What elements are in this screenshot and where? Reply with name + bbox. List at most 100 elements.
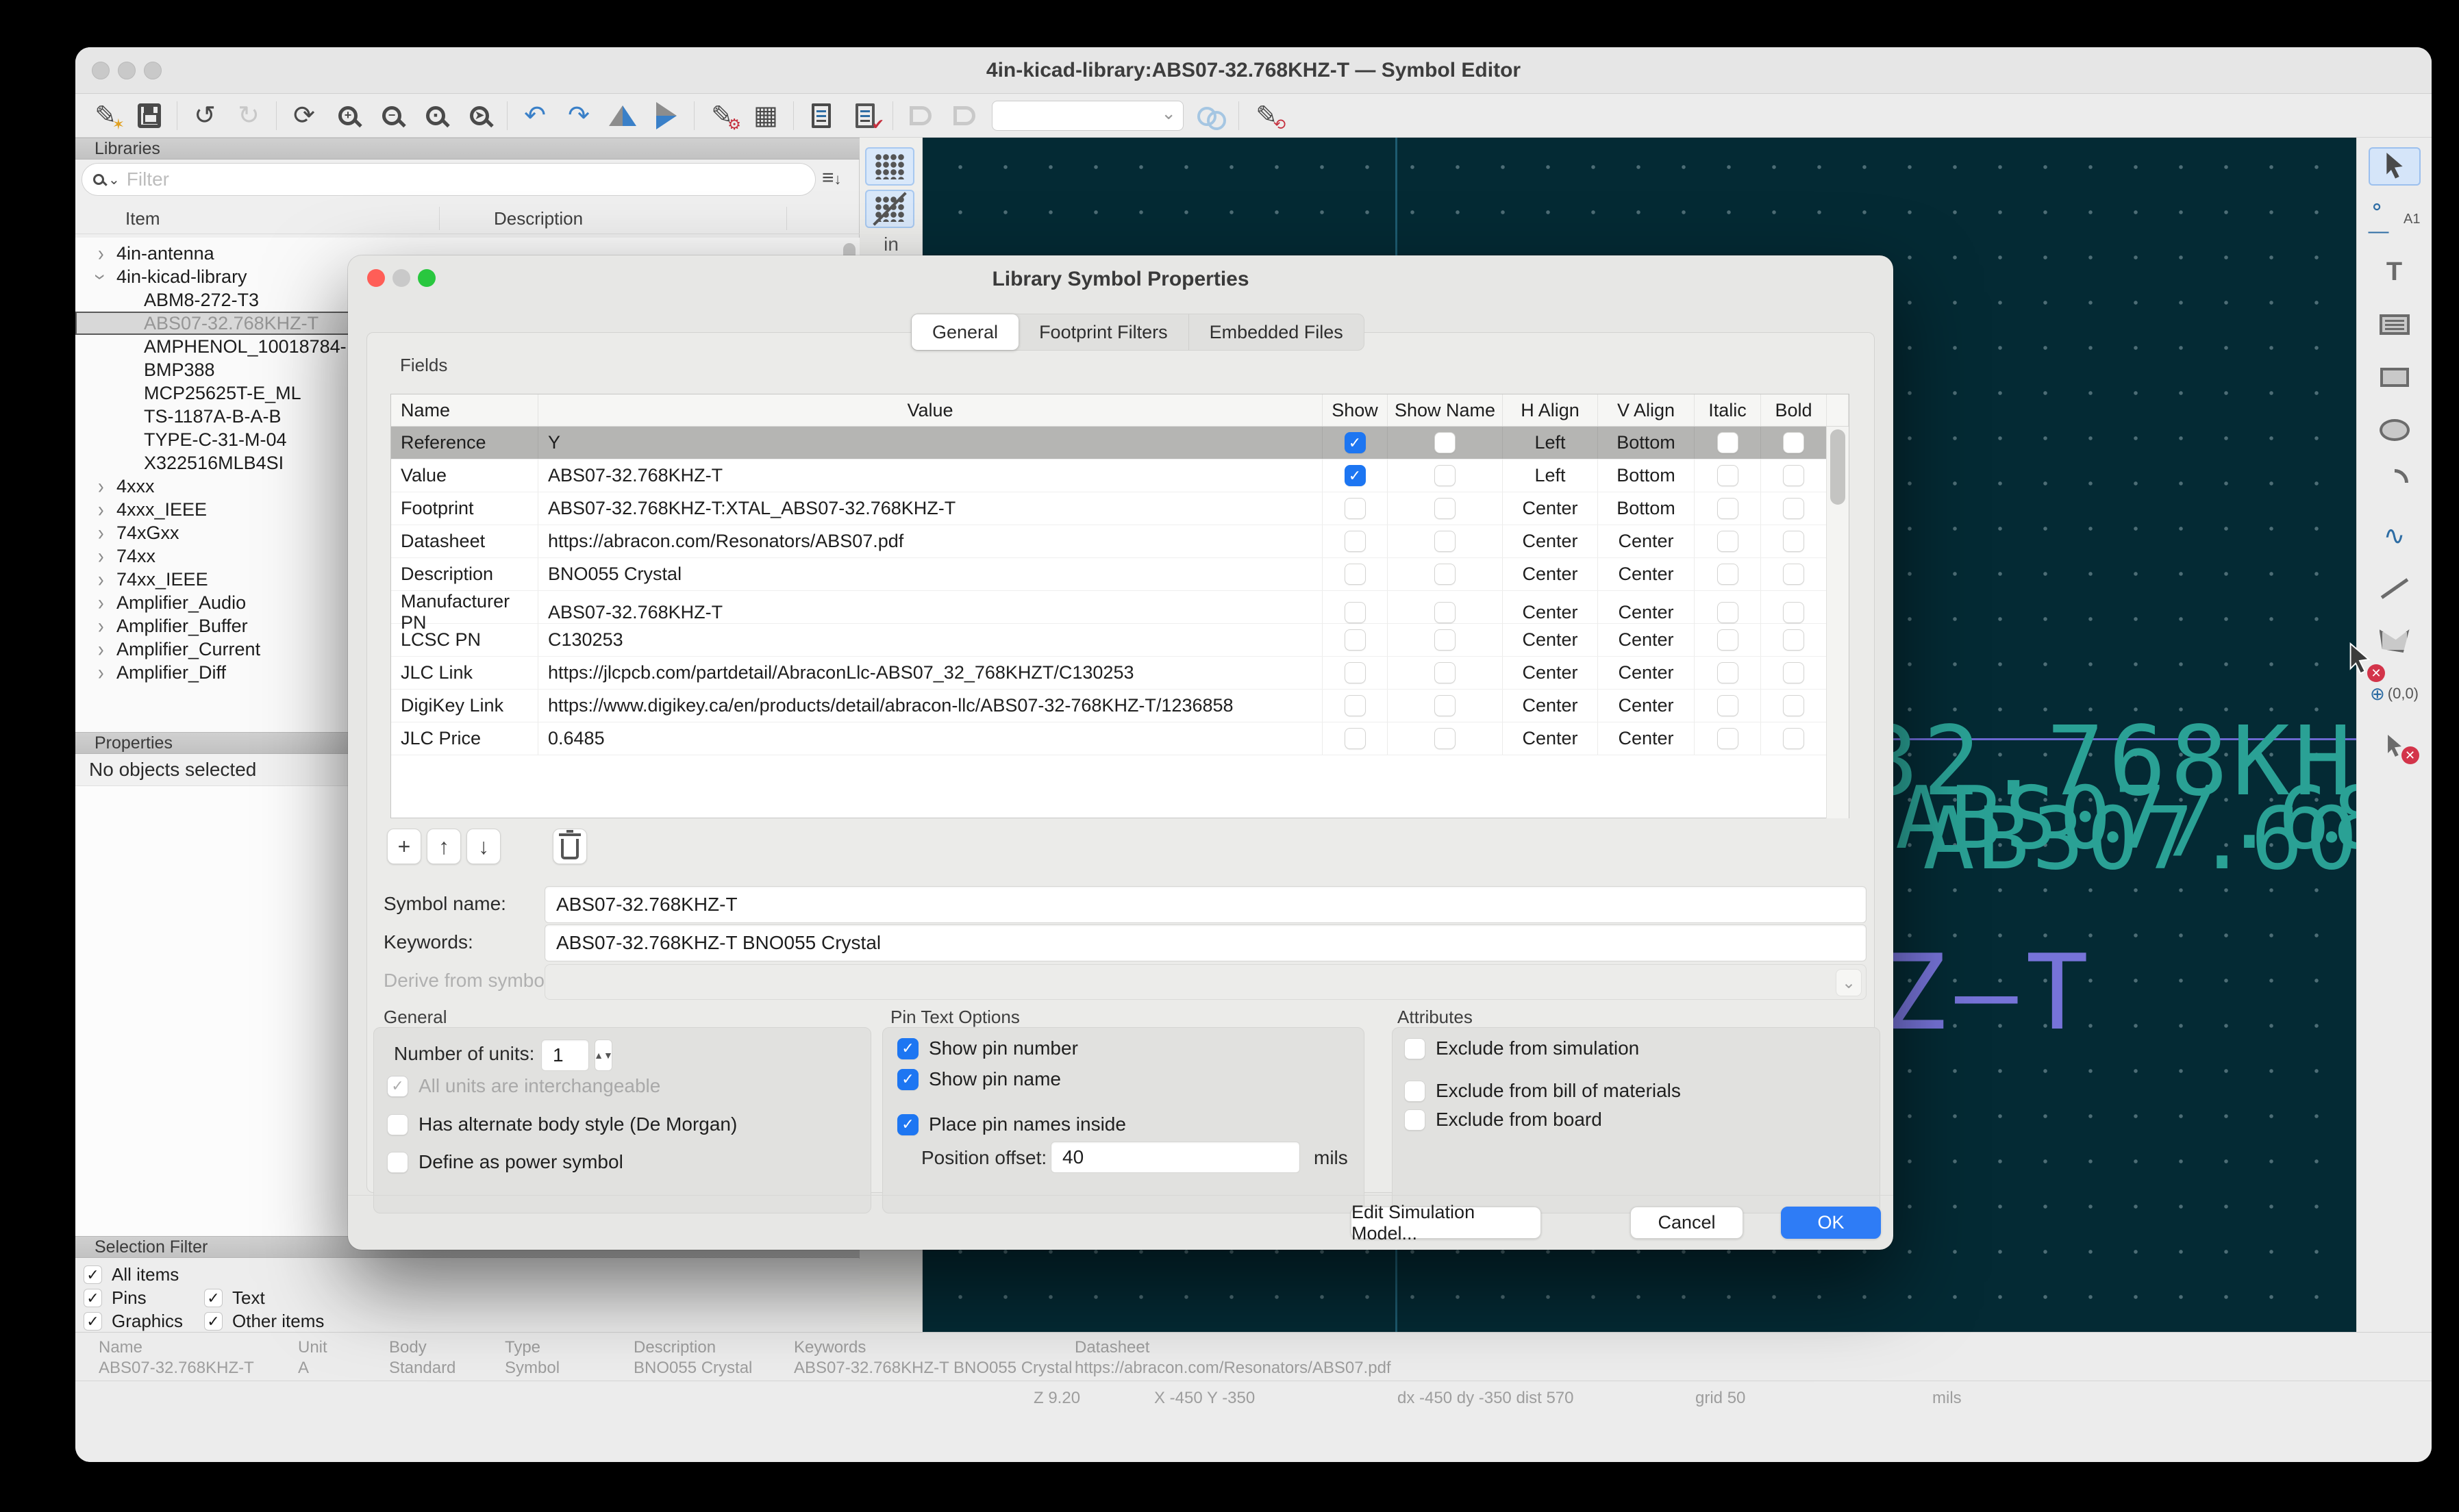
bold-checkbox[interactable] xyxy=(1783,432,1804,453)
exclude-board-row[interactable]: Exclude from board xyxy=(1404,1109,1602,1131)
text-tool-icon[interactable]: T xyxy=(2369,253,2421,291)
rotate-cw-icon[interactable]: ↷ xyxy=(562,98,595,134)
symbol-properties-icon[interactable]: ✎⚙ xyxy=(706,98,738,134)
zoom-to-selection-icon[interactable]: ➤ xyxy=(463,98,496,134)
number-of-units-stepper[interactable]: ▲▼ xyxy=(595,1040,612,1071)
show-name-checkbox[interactable] xyxy=(1434,602,1456,623)
italic-checkbox[interactable] xyxy=(1717,465,1738,486)
add-field-button[interactable]: + xyxy=(387,829,421,864)
column-item[interactable]: Item xyxy=(125,208,160,229)
pin-tool-icon[interactable]: ⚬—A1 xyxy=(2369,200,2421,238)
bold-checkbox[interactable] xyxy=(1783,465,1804,486)
bold-checkbox[interactable] xyxy=(1783,695,1804,716)
mirror-vertical-icon[interactable] xyxy=(606,98,639,134)
bold-checkbox[interactable] xyxy=(1783,531,1804,552)
filter-graphics[interactable]: Graphics xyxy=(84,1311,183,1332)
units-inches-button[interactable]: in xyxy=(860,234,923,255)
show-checkbox[interactable] xyxy=(1345,564,1366,585)
column-description[interactable]: Description xyxy=(494,208,583,229)
show-checkbox[interactable] xyxy=(1345,662,1366,683)
bold-checkbox[interactable] xyxy=(1783,564,1804,585)
table-row[interactable]: FootprintABS07-32.768KHZ-T:XTAL_ABS07-32… xyxy=(391,492,1849,525)
table-row[interactable]: Manufacturer PNABS07-32.768KHZ-T CenterC… xyxy=(391,591,1849,624)
exclude-simulation-row[interactable]: Exclude from simulation xyxy=(1404,1037,1639,1059)
polygon-tool-icon[interactable] xyxy=(2369,622,2421,660)
italic-checkbox[interactable] xyxy=(1717,602,1738,623)
bold-checkbox[interactable] xyxy=(1783,629,1804,651)
italic-checkbox[interactable] xyxy=(1717,531,1738,552)
symbol-name-input[interactable]: ABS07-32.768KHZ-T xyxy=(545,886,1867,923)
table-row[interactable]: DescriptionBNO055 Crystal CenterCenter xyxy=(391,558,1849,591)
delete-field-button[interactable] xyxy=(553,829,587,864)
delete-tool-icon[interactable]: ✕ xyxy=(2369,727,2421,766)
table-row[interactable]: Datasheethttps://abracon.com/Resonators/… xyxy=(391,525,1849,558)
unit-select[interactable] xyxy=(992,101,1184,131)
italic-checkbox[interactable] xyxy=(1717,662,1738,683)
minimize-window-icon[interactable] xyxy=(118,62,136,79)
rectangle-tool-icon[interactable] xyxy=(2369,358,2421,396)
show-checkbox[interactable] xyxy=(1345,498,1366,519)
datasheet-icon[interactable] xyxy=(805,98,838,134)
table-row[interactable]: ReferenceY LeftBottom xyxy=(391,427,1849,459)
filter-text[interactable]: Text xyxy=(204,1287,265,1309)
tab-general[interactable]: General xyxy=(912,314,1019,350)
keywords-input[interactable]: ABS07-32.768KHZ-T BNO055 Crystal xyxy=(545,924,1867,961)
bold-checkbox[interactable] xyxy=(1783,728,1804,749)
table-row[interactable]: JLC Price0.6485 CenterCenter xyxy=(391,722,1849,755)
canvas-text[interactable]: AB307.60 xyxy=(1923,788,2356,889)
library-filter-input[interactable]: ⌄ Filter xyxy=(82,163,816,196)
new-symbol-icon[interactable]: ✎✶ xyxy=(89,98,122,134)
de-morgan-alternate-icon[interactable] xyxy=(948,98,981,134)
move-down-button[interactable]: ↓ xyxy=(466,829,501,864)
sort-icon[interactable]: ≡↓ xyxy=(822,166,842,190)
select-cursor-icon[interactable] xyxy=(2369,147,2421,186)
italic-checkbox[interactable] xyxy=(1717,498,1738,519)
edit-simulation-model-button[interactable]: Edit Simulation Model... xyxy=(1351,1207,1541,1239)
move-up-button[interactable]: ↑ xyxy=(427,829,461,864)
exclude-bom-row[interactable]: Exclude from bill of materials xyxy=(1404,1080,1681,1102)
synchronized-pins-icon[interactable] xyxy=(1195,98,1227,134)
show-name-checkbox[interactable] xyxy=(1434,432,1456,453)
show-pin-name-row[interactable]: Show pin name xyxy=(897,1068,1061,1090)
table-scrollbar[interactable] xyxy=(1826,427,1849,818)
number-of-units-input[interactable]: 1 xyxy=(541,1040,589,1071)
pin-table-icon[interactable]: ▦ xyxy=(749,98,782,134)
arc-tool-icon[interactable] xyxy=(2369,464,2421,502)
show-pin-number-row[interactable]: Show pin number xyxy=(897,1037,1078,1059)
grid-dots-icon[interactable] xyxy=(865,147,914,186)
show-name-checkbox[interactable] xyxy=(1434,564,1456,585)
filter-pins[interactable]: Pins xyxy=(84,1287,147,1309)
all-units-interchangeable-row[interactable]: All units are interchangeable xyxy=(387,1075,660,1097)
cancel-button[interactable]: Cancel xyxy=(1630,1207,1743,1239)
line-tool-icon[interactable] xyxy=(2369,569,2421,607)
tab-embedded-files[interactable]: Embedded Files xyxy=(1189,314,1364,350)
italic-checkbox[interactable] xyxy=(1717,695,1738,716)
redo-icon[interactable]: ↻ xyxy=(232,98,265,134)
power-symbol-row[interactable]: Define as power symbol xyxy=(387,1151,623,1173)
de-morgan-standard-icon[interactable] xyxy=(904,98,937,134)
bezier-tool-icon[interactable]: ∿ xyxy=(2369,516,2421,555)
show-checkbox[interactable] xyxy=(1345,695,1366,716)
grid-override-icon[interactable] xyxy=(865,190,914,228)
mirror-horizontal-icon[interactable] xyxy=(649,99,684,132)
filter-other-items[interactable]: Other items xyxy=(204,1311,324,1332)
show-checkbox[interactable] xyxy=(1345,531,1366,552)
refresh-view-icon[interactable]: ⟳ xyxy=(288,98,321,134)
table-row[interactable]: ValueABS07-32.768KHZ-T LeftBottom xyxy=(391,459,1849,492)
show-checkbox[interactable] xyxy=(1345,728,1366,749)
save-icon[interactable] xyxy=(133,98,166,134)
show-checkbox[interactable] xyxy=(1345,629,1366,651)
show-checkbox[interactable] xyxy=(1345,602,1366,623)
ok-button[interactable]: OK xyxy=(1781,1207,1881,1239)
table-row[interactable]: JLC Linkhttps://jlcpcb.com/partdetail/Ab… xyxy=(391,657,1849,690)
zoom-out-icon[interactable]: − xyxy=(375,98,408,134)
rotate-ccw-icon[interactable]: ↶ xyxy=(519,98,551,134)
table-row[interactable]: LCSC PNC130253 CenterCenter xyxy=(391,624,1849,657)
zoom-to-fit-icon[interactable]: ▪ xyxy=(419,98,452,134)
show-checkbox[interactable] xyxy=(1345,432,1366,453)
alternate-body-style-row[interactable]: Has alternate body style (De Morgan) xyxy=(387,1113,737,1135)
textbox-tool-icon[interactable] xyxy=(2369,305,2421,344)
show-name-checkbox[interactable] xyxy=(1434,728,1456,749)
show-name-checkbox[interactable] xyxy=(1434,662,1456,683)
bold-checkbox[interactable] xyxy=(1783,498,1804,519)
